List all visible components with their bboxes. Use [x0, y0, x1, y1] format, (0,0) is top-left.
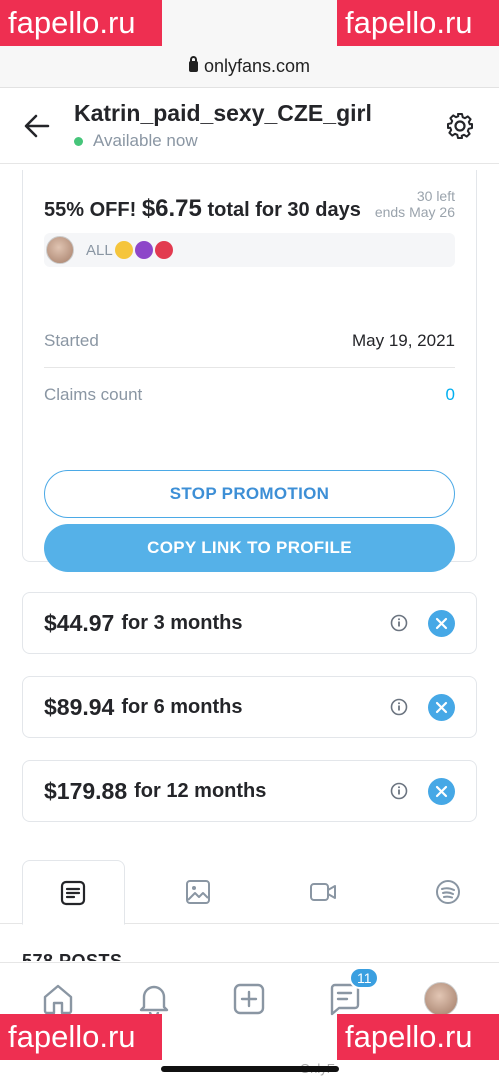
started-label: Started	[44, 330, 99, 350]
nav-home[interactable]	[38, 979, 78, 1019]
devil-emoji-icon	[134, 241, 153, 259]
content-tabs	[0, 860, 499, 925]
availability-status: Available now	[74, 131, 445, 151]
nav-profile[interactable]	[421, 979, 461, 1019]
bundle-price: $89.94	[44, 693, 115, 720]
copy-link-button[interactable]: COPY LINK TO PROFILE	[44, 524, 455, 572]
claims-value: 0	[445, 385, 455, 404]
remove-bundle-button[interactable]	[428, 693, 455, 721]
info-icon[interactable]	[390, 614, 408, 632]
promo-audience: ALL	[44, 233, 455, 267]
lock-icon	[188, 56, 198, 72]
bundle-6-months: $89.94 for 6 months	[22, 676, 477, 738]
bundle-term: for 12 months	[134, 779, 267, 802]
plus-square-icon	[234, 983, 265, 1014]
tab-videos[interactable]	[272, 860, 375, 923]
image-icon	[186, 879, 211, 904]
started-value: May 19, 2021	[351, 330, 455, 350]
promo-discount: 55% OFF!	[44, 199, 137, 221]
page-header: Katrin_paid_sexy_CZE_girl Available now	[0, 88, 499, 164]
tab-photos[interactable]	[147, 860, 250, 923]
close-icon	[435, 617, 448, 629]
status-text: Available now	[93, 131, 198, 150]
remove-bundle-button[interactable]	[428, 609, 455, 637]
promo-price: $6.75	[141, 195, 202, 222]
browser-url-bar[interactable]: onlyfans.com	[0, 46, 499, 88]
watermark-bottom-left: fapello.ru	[0, 1014, 162, 1060]
home-indicator	[161, 1066, 339, 1072]
nav-notifications[interactable]	[134, 979, 174, 1019]
back-arrow-icon[interactable]	[24, 113, 50, 139]
close-icon	[435, 701, 448, 713]
video-icon	[309, 882, 336, 901]
promo-remaining: 30 left	[416, 188, 455, 204]
avatar	[46, 236, 74, 264]
started-row: Started May 19, 2021	[44, 314, 455, 368]
gear-icon[interactable]	[445, 111, 475, 141]
bundle-term: for 3 months	[121, 611, 243, 634]
avatar	[424, 981, 459, 1016]
watermark-top-left: fapello.ru	[0, 0, 162, 46]
bundle-price: $44.97	[44, 609, 115, 636]
url-text: onlyfans.com	[203, 56, 311, 76]
promo-duration: total for 30 days	[207, 199, 361, 221]
posts-count: 578 POSTS	[22, 951, 123, 961]
promotion-card: 55% OFF! $6.75 total for 30 days 30 left…	[22, 170, 477, 572]
tab-posts[interactable]	[22, 860, 125, 925]
bundle-3-months: $44.97 for 3 months	[22, 592, 477, 654]
bundle-term: for 6 months	[121, 695, 243, 718]
bell-icon	[139, 985, 168, 1017]
info-icon[interactable]	[390, 698, 408, 716]
claims-label: Claims count	[44, 385, 143, 404]
nav-messages[interactable]: 11	[325, 966, 380, 1019]
messages-badge: 11	[349, 966, 380, 989]
home-icon	[43, 984, 73, 1014]
close-icon	[435, 785, 448, 797]
spotify-icon	[435, 879, 460, 904]
page-title: Katrin_paid_sexy_CZE_girl	[74, 100, 372, 126]
online-dot-icon	[74, 136, 83, 146]
stop-promotion-button[interactable]: STOP PROMOTION	[44, 470, 455, 518]
posts-icon	[61, 880, 86, 905]
promotion-title: 55% OFF! $6.75 total for 30 days	[44, 195, 361, 223]
info-icon[interactable]	[390, 782, 408, 800]
remove-bundle-button[interactable]	[428, 777, 455, 805]
watermark-top-right: fapello.ru	[337, 0, 499, 46]
claims-row: Claims count 0	[44, 368, 455, 422]
audience-label: ALL	[86, 241, 113, 259]
shush-emoji-icon	[114, 241, 133, 259]
promo-ends: ends May 26	[374, 204, 455, 220]
tab-audio[interactable]	[396, 860, 499, 923]
nav-new-post[interactable]	[229, 979, 269, 1019]
adult-emoji-icon	[154, 241, 173, 259]
bundle-12-months: $179.88 for 12 months	[22, 760, 477, 822]
bundle-price: $179.88	[44, 777, 128, 804]
watermark-bottom-right: fapello.ru	[337, 1014, 499, 1060]
